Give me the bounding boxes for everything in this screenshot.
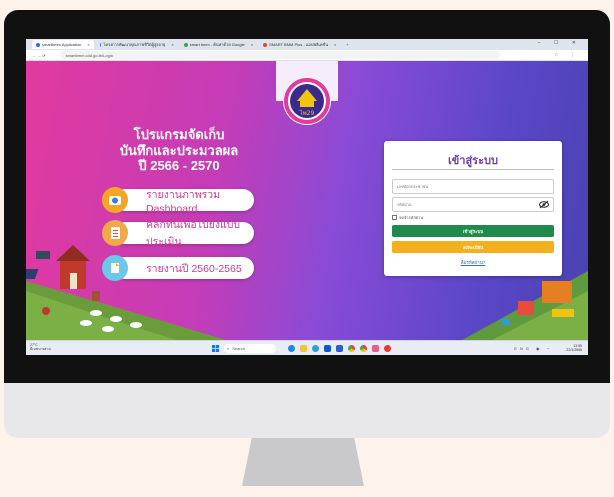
taskbar-app-mail-icon[interactable] <box>324 345 331 352</box>
hero-title-line2: บันทึกและประมวลผล <box>119 142 239 158</box>
window-controls[interactable]: – ☐ ✕ <box>538 40 582 46</box>
system-tray-icons[interactable]: ENG ◉ ◔ <box>514 346 552 351</box>
tab-close-icon[interactable]: × <box>251 42 253 47</box>
tab-close-icon[interactable]: × <box>334 42 336 47</box>
hero-title-line3: ปี 2566 - 2570 <box>138 158 220 174</box>
browser-tab-bar: smartbmm Application × โครงการพัฒนาคุณภาพช… <box>26 39 588 50</box>
dashboard-button-label: รายงานภาพรวม Dashboard <box>146 188 221 215</box>
tab-label: โครงการพัฒนาคุณภาพชีวิตผู้สูงอายุ <box>103 42 166 47</box>
remember-label: จดจำรหัสผ่าน <box>399 215 424 220</box>
login-panel: เข้าสู่ระบบ เลขบัตรประชาชน รหัสผ่าน จดจำ… <box>384 141 562 276</box>
taskbar-app-store-icon[interactable] <box>336 345 343 352</box>
windows-taskbar: 27°C มีเมฆบางส่วน ⌕ Search ENG ◉ ◔ 13:55… <box>26 340 588 355</box>
weather-widget[interactable]: 27°C มีเมฆบางส่วน <box>30 343 51 351</box>
tab-close-icon[interactable]: × <box>87 42 89 47</box>
logo-text: ไพ29 <box>299 109 315 117</box>
tab-close-icon[interactable]: × <box>171 42 173 47</box>
taskbar-app-chrome2-icon[interactable] <box>360 345 367 352</box>
system-clock[interactable]: 13:55 22/1/2568 <box>566 344 582 352</box>
new-tab-button[interactable]: + <box>346 42 348 47</box>
remember-me[interactable]: จดจำรหัสผ่าน <box>392 214 423 221</box>
login-title: เข้าสู่ระบบ <box>448 155 498 167</box>
hero-title-line1: โปรแกรมจัดเก็บ <box>133 127 225 142</box>
report-button[interactable]: รายงานปี 2560-2565 <box>114 257 254 279</box>
remember-checkbox[interactable] <box>392 215 397 220</box>
username-field[interactable]: เลขบัตรประชาชน <box>392 179 554 194</box>
password-placeholder: รหัสผ่าน <box>397 202 412 207</box>
browser-tab[interactable]: smartbmm Application × <box>32 40 94 49</box>
password-field[interactable]: รหัสผ่าน <box>392 197 554 212</box>
taskbar-app-chrome-icon[interactable] <box>348 345 355 352</box>
nav-icons[interactable]: ← → ⟳ <box>32 53 46 58</box>
tab-favicon-icon <box>36 42 40 47</box>
register-button[interactable]: ลงทะเบียน <box>392 241 554 253</box>
search-icon: ⌕ <box>227 346 230 351</box>
report-button-label: รายงานปี 2560-2565 <box>146 262 242 275</box>
tab-favicon-icon <box>263 42 268 47</box>
windows-start-icon[interactable] <box>212 345 219 352</box>
tab-favicon-icon <box>99 42 102 47</box>
login-button-label: เข้าสู่ระบบ <box>462 228 484 234</box>
url-field[interactable]: smartbmm.cdd.go.th/Login <box>59 51 500 59</box>
web-page: ไพ29 โปรแกรมจัดเก็บ บันทึกและประมวลผล ปี… <box>26 61 588 340</box>
browser-tab[interactable]: SMART BMM Plus - แอปพลิเคชั่น × <box>259 40 340 49</box>
lang-indicator[interactable]: ENG <box>514 346 532 351</box>
tab-label: SMART BMM Plus - แอปพลิเคชั่น <box>269 42 328 47</box>
clock-date: 22/1/2568 <box>566 348 582 353</box>
login-button[interactable]: เข้าสู่ระบบ <box>392 225 554 237</box>
monitor-chin <box>4 383 610 438</box>
eye-off-icon[interactable] <box>539 200 549 209</box>
dashboard-button[interactable]: รายงานภาพรวม Dashboard <box>114 189 254 215</box>
assessment-button[interactable]: คลิกที่นี่เพื่อไปยังแบบประเมิน <box>114 219 254 248</box>
assessment-button-label: คลิกที่นี่เพื่อไปยังแบบประเมิน <box>146 219 241 248</box>
taskbar-app-folder-icon[interactable] <box>300 345 307 352</box>
browser-tab[interactable]: smart bmm - ค้นหาด้วย Google × <box>180 40 257 49</box>
register-button-label: ลงทะเบียน <box>462 244 484 250</box>
username-placeholder: เลขบัตรประชาชน <box>397 184 429 189</box>
monitor-stand <box>242 438 364 486</box>
taskbar-app-edge2-icon[interactable] <box>312 345 319 352</box>
forgot-password-link[interactable]: ลืมรหัสผ่าน? <box>384 259 562 266</box>
dashboard-icon <box>102 187 128 213</box>
hero-title: โปรแกรมจัดเก็บ บันทึกและประมวลผล ปี 2566… <box>104 127 254 174</box>
tab-label: smartbmm Application <box>42 42 82 47</box>
url-text: smartbmm.cdd.go.th/Login <box>65 52 113 58</box>
login-divider <box>392 169 554 170</box>
browser-tab[interactable]: โครงการพัฒนาคุณภาพชีวิตผู้สูงอายุ × <box>96 40 178 49</box>
search-label: Search <box>232 346 245 351</box>
report-icon <box>102 255 128 281</box>
taskbar-search[interactable]: ⌕ Search <box>224 344 276 353</box>
taskbar-app-edge-icon[interactable] <box>288 345 295 352</box>
taskbar-app-photos-icon[interactable] <box>372 345 379 352</box>
taskbar-app-flower-icon[interactable] <box>384 345 391 352</box>
tab-favicon-icon <box>183 42 188 47</box>
tab-label: smart bmm - ค้นหาด้วย Google <box>189 42 245 47</box>
extension-icons[interactable]: ☆ ⋮ <box>554 52 580 58</box>
weather-desc: มีเมฆบางส่วน <box>30 347 51 352</box>
checklist-icon <box>102 220 128 246</box>
site-logo: ไพ29 <box>276 61 338 125</box>
screen: smartbmm Application × โครงการพัฒนาคุณภาพช… <box>26 39 588 355</box>
address-bar: ← → ⟳ smartbmm.cdd.go.th/Login ☆ ⋮ <box>26 50 588 61</box>
